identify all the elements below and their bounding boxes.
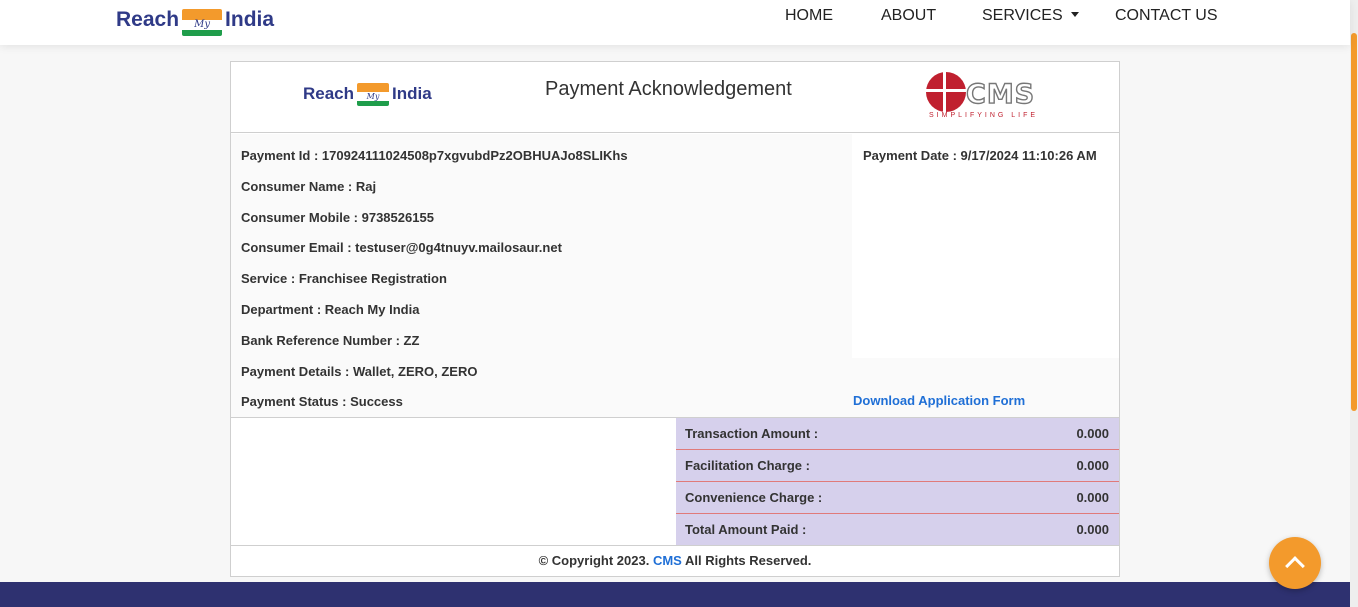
amount-value: 0.000: [1076, 458, 1109, 473]
detail-bank-reference: Bank Reference Number : ZZ: [241, 333, 420, 348]
nav-contact-us[interactable]: CONTACT US: [1115, 7, 1218, 25]
amount-value: 0.000: [1076, 490, 1109, 505]
detail-payment-details: Payment Details : Wallet, ZERO, ZERO: [241, 364, 478, 379]
amount-label: Convenience Charge :: [685, 490, 823, 505]
cms-circle-icon: [926, 72, 966, 112]
logo-word-india: India: [225, 8, 275, 31]
footer-band: [0, 582, 1350, 607]
back-to-top-button[interactable]: [1269, 537, 1321, 589]
amount-row-total: Total Amount Paid : 0.000: [676, 514, 1119, 545]
nav-services[interactable]: SERVICES: [982, 7, 1079, 25]
logo-word-my: My: [357, 92, 390, 101]
card-header: Reach My India Payment Acknowledgement C…: [231, 62, 1119, 133]
cms-logo-text: CMS: [965, 79, 1036, 110]
amount-summary-table: Transaction Amount : 0.000 Facilitation …: [676, 418, 1119, 545]
detail-consumer-mobile: Consumer Mobile : 9738526155: [241, 210, 434, 225]
shopping-bag-icon: My: [182, 8, 223, 36]
amount-label: Transaction Amount :: [685, 426, 819, 441]
nav-services-label: SERVICES: [982, 7, 1063, 24]
copyright-suffix: All Rights Reserved.: [684, 553, 812, 568]
copyright-brand-link[interactable]: CMS: [653, 553, 682, 568]
nav-home[interactable]: HOME: [785, 7, 833, 25]
cms-tagline: SIMPLIFYING LIFE: [929, 112, 1039, 119]
detail-service: Service : Franchisee Registration: [241, 271, 447, 286]
logo-word-my: My: [182, 19, 223, 30]
chevron-up-icon: [1285, 556, 1305, 576]
page-scrollbar[interactable]: [1350, 0, 1358, 607]
scrollbar-thumb[interactable]: [1351, 33, 1357, 411]
payment-date-panel: [852, 134, 1119, 358]
site-logo[interactable]: Reach My India: [116, 0, 274, 40]
divider: [231, 545, 1119, 546]
amount-row: Transaction Amount : 0.000: [676, 418, 1119, 450]
amount-value: 0.000: [1076, 426, 1109, 441]
amount-label: Total Amount Paid :: [685, 522, 807, 537]
download-application-form-link[interactable]: Download Application Form: [853, 393, 1025, 408]
top-navbar: Reach My India HOME ABOUT SERVICES CONTA…: [0, 0, 1350, 45]
amount-value: 0.000: [1076, 522, 1109, 537]
copyright-prefix: © Copyright 2023.: [538, 553, 650, 568]
detail-payment-id: Payment Id : 170924111024508p7xgvubdPz2O…: [241, 148, 628, 163]
page-title: Payment Acknowledgement: [545, 78, 792, 100]
detail-consumer-name: Consumer Name : Raj: [241, 179, 377, 194]
amount-row: Convenience Charge : 0.000: [676, 482, 1119, 514]
detail-payment-status: Payment Status : Success: [241, 394, 403, 409]
cms-logo: CMS SIMPLIFYING LIFE: [926, 72, 1041, 124]
detail-consumer-email: Consumer Email : testuser@0g4tnuyv.mailo…: [241, 240, 562, 255]
logo-word-india: India: [392, 83, 432, 103]
nav-about[interactable]: ABOUT: [881, 7, 936, 25]
detail-department: Department : Reach My India: [241, 302, 420, 317]
logo-word-reach: Reach: [116, 8, 180, 31]
payment-date: Payment Date : 9/17/2024 11:10:26 AM: [863, 148, 1097, 163]
reach-my-india-logo: Reach My India: [303, 82, 432, 106]
amount-row: Facilitation Charge : 0.000: [676, 450, 1119, 482]
caret-down-icon: [1070, 12, 1079, 17]
payment-acknowledgement-card: Reach My India Payment Acknowledgement C…: [230, 61, 1120, 577]
shopping-bag-icon: My: [357, 83, 390, 106]
logo-word-reach: Reach: [303, 83, 355, 103]
copyright-text: © Copyright 2023. CMS All Rights Reserve…: [231, 553, 1119, 568]
amount-label: Facilitation Charge :: [685, 458, 810, 473]
